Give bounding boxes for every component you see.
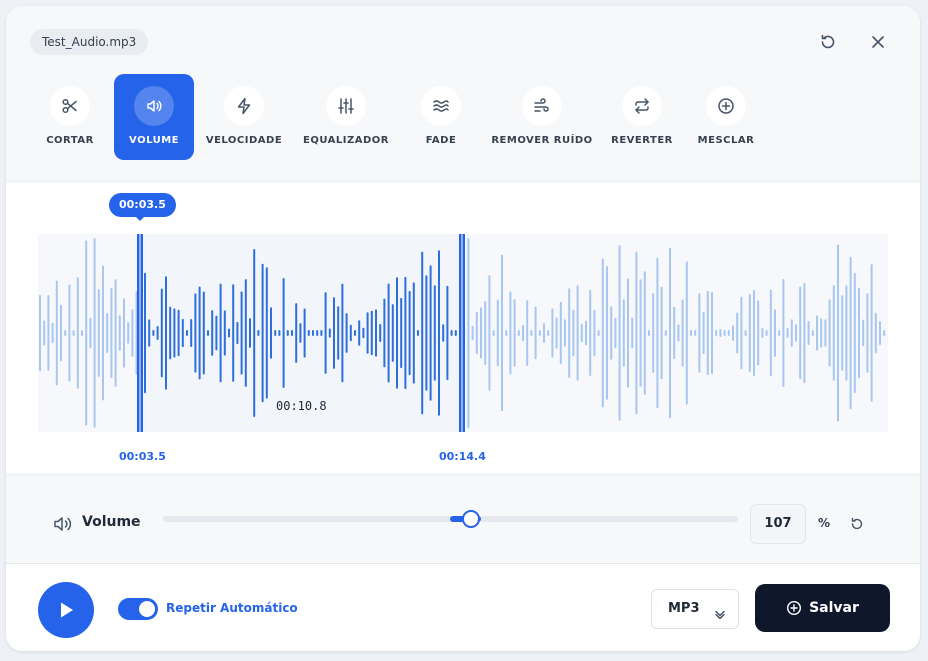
- volume-value-input[interactable]: 107: [750, 504, 806, 544]
- play-icon: [61, 602, 73, 618]
- plus-circle-icon: [786, 600, 802, 616]
- speaker-icon: [134, 86, 174, 126]
- tool-fade[interactable]: FADE: [401, 74, 481, 160]
- waveform-panel[interactable]: 00:03.5 00:10.8 00:03.5 00:14.4: [6, 181, 920, 475]
- tool-label: CORTAR: [46, 135, 94, 146]
- volume-slider-thumb[interactable]: [462, 510, 480, 528]
- tool-label: MESCLAR: [697, 135, 755, 146]
- selection-end-time: 00:14.4: [439, 450, 486, 463]
- volume-control-row: Volume 107 %: [6, 474, 920, 562]
- volume-unit: %: [818, 516, 831, 530]
- waves-icon: [421, 86, 461, 126]
- format-select[interactable]: MP3: [651, 589, 739, 629]
- repeat-icon: [622, 86, 662, 126]
- save-label: Salvar: [809, 600, 859, 616]
- tool-reverter[interactable]: REVERTER: [602, 74, 682, 160]
- reset-volume-icon[interactable]: [849, 516, 865, 532]
- file-name-chip: Test_Audio.mp3: [30, 29, 149, 55]
- selection-start-time: 00:03.5: [119, 450, 166, 463]
- autorepeat-toggle[interactable]: [118, 598, 158, 620]
- tool-mesclar[interactable]: MESCLAR: [686, 74, 766, 160]
- tool-velocidade[interactable]: VELOCIDADE: [204, 74, 284, 160]
- wind-icon: [522, 86, 562, 126]
- volume-label: Volume: [82, 514, 141, 530]
- speaker-icon: [52, 513, 74, 535]
- tool-volume[interactable]: VOLUME: [114, 74, 194, 160]
- undo-icon[interactable]: [818, 32, 838, 52]
- plus-circle-icon: [706, 86, 746, 126]
- tool-equalizador[interactable]: EQUALIZADOR: [303, 74, 389, 160]
- selection-duration: 00:10.8: [276, 399, 327, 413]
- sliders-icon: [326, 86, 366, 126]
- footer-bar: Repetir Automático MP3 Salvar: [6, 563, 920, 651]
- scissors-icon: [50, 86, 90, 126]
- chevron-down-icon: [714, 604, 726, 620]
- save-button[interactable]: Salvar: [755, 584, 890, 632]
- audio-editor-card: Test_Audio.mp3 CORTAR VOLUME VELOCIDADE …: [6, 6, 920, 651]
- autorepeat-label[interactable]: Repetir Automático: [166, 601, 298, 615]
- tool-label: VOLUME: [129, 135, 179, 146]
- volume-slider[interactable]: [163, 510, 738, 528]
- bolt-icon: [224, 86, 264, 126]
- tool-label: REVERTER: [611, 135, 673, 146]
- selection-start-bubble: 00:03.5: [109, 193, 176, 221]
- close-icon[interactable]: [868, 32, 888, 52]
- tool-label: REMOVER RUÍDO: [491, 135, 593, 146]
- play-button[interactable]: [38, 582, 94, 638]
- toggle-knob: [139, 601, 155, 617]
- tool-cortar[interactable]: CORTAR: [30, 74, 110, 160]
- tool-label: VELOCIDADE: [205, 135, 283, 146]
- tool-label: EQUALIZADOR: [303, 135, 389, 146]
- format-value: MP3: [668, 601, 700, 616]
- tool-label: FADE: [425, 135, 457, 146]
- tool-remover-ruido[interactable]: REMOVER RUÍDO: [491, 74, 593, 160]
- tool-bar: CORTAR VOLUME VELOCIDADE EQUALIZADOR FAD…: [6, 74, 920, 174]
